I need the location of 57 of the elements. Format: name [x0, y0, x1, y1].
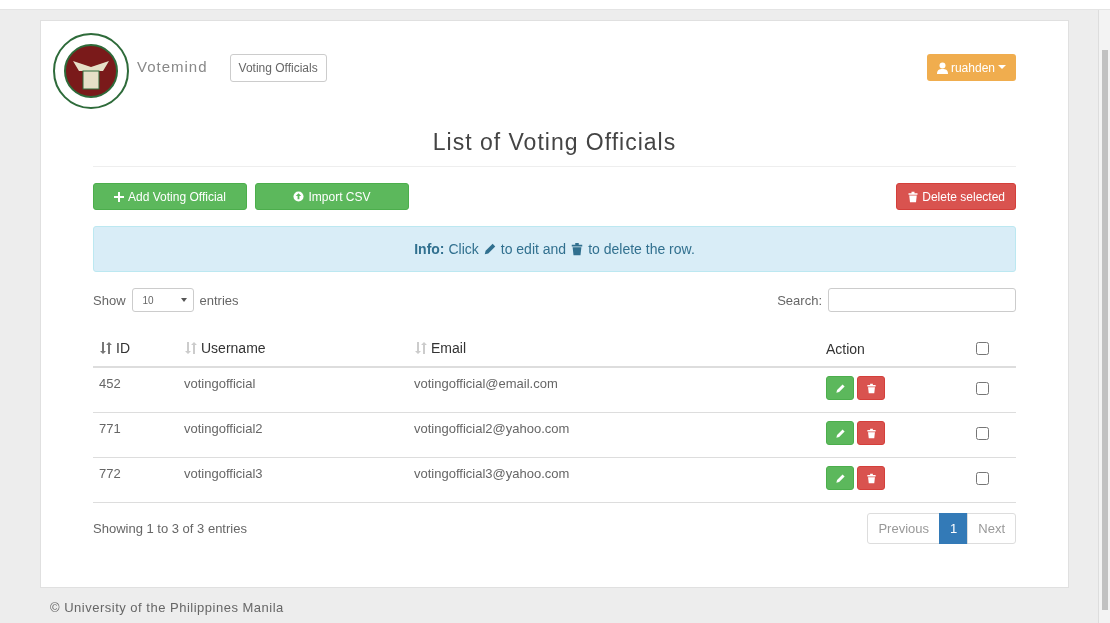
row-checkbox[interactable]	[976, 382, 989, 395]
trash-icon	[865, 382, 877, 394]
pencil-icon	[834, 382, 846, 394]
page-title: List of Voting Officials	[93, 129, 1016, 167]
edit-button[interactable]	[826, 376, 854, 400]
entries-select[interactable]: 10	[131, 288, 194, 312]
page-button[interactable]: 1	[939, 513, 969, 544]
copyright-text: © University of the Philippines Manila	[50, 600, 285, 615]
trash-icon	[865, 427, 877, 439]
table-cell: votingofficial3	[178, 457, 408, 503]
table-cell: votingofficial@email.com	[408, 367, 820, 413]
column-header[interactable]: Username	[184, 340, 266, 356]
show-label: Show	[93, 292, 126, 308]
trash-icon	[907, 190, 920, 203]
caret-icon	[998, 65, 1006, 70]
edit-button[interactable]	[826, 421, 854, 445]
upload-icon	[293, 191, 305, 202]
sort-icon	[414, 341, 428, 355]
table-summary: Showing 1 to 3 of 3 entries	[93, 521, 247, 536]
user-icon	[936, 61, 948, 74]
row-checkbox[interactable]	[976, 472, 989, 485]
table-cell: votingofficial3@yahoo.com	[408, 457, 820, 503]
pencil-icon	[834, 472, 846, 484]
nav-button[interactable]: Voting Officials	[229, 54, 327, 82]
pencil-icon	[834, 427, 846, 439]
table-cell: 771	[93, 412, 178, 458]
search-label: Search:	[777, 292, 822, 308]
plus-icon	[114, 191, 125, 202]
select-all-checkbox[interactable]	[976, 342, 989, 355]
table-cell: 772	[93, 457, 178, 503]
info-text: Info: Click	[414, 241, 479, 257]
trash-icon	[865, 472, 877, 484]
search-field[interactable]	[828, 288, 1016, 312]
sort-icon	[99, 341, 113, 355]
column-header: Action	[826, 341, 865, 357]
delete-button[interactable]	[857, 421, 885, 445]
row-checkbox[interactable]	[976, 427, 989, 440]
brand-name: Votemind	[137, 58, 208, 75]
info-text: to edit and	[500, 241, 567, 257]
delete-button[interactable]	[857, 466, 885, 490]
info-text: to delete the row.	[588, 241, 695, 257]
delete-selected-button[interactable]: Delete selected	[896, 183, 1016, 210]
trash-icon	[570, 242, 585, 256]
table-cell: votingofficial2	[178, 412, 408, 458]
entries-label: entries	[199, 292, 239, 308]
import-button[interactable]: Import CSV	[255, 183, 409, 210]
add-button[interactable]: Add Voting Official	[93, 183, 247, 210]
pencil-icon	[482, 242, 497, 256]
edit-button[interactable]	[826, 466, 854, 490]
column-header[interactable]: ID	[99, 340, 130, 356]
table-cell: votingofficial2@yahoo.com	[408, 412, 820, 458]
column-header[interactable]: Email	[414, 340, 466, 356]
caret-icon	[180, 298, 187, 302]
delete-button[interactable]	[857, 376, 885, 400]
sort-icon	[184, 341, 198, 355]
table-cell: 452	[93, 367, 178, 413]
table-cell: votingofficial	[178, 367, 408, 413]
